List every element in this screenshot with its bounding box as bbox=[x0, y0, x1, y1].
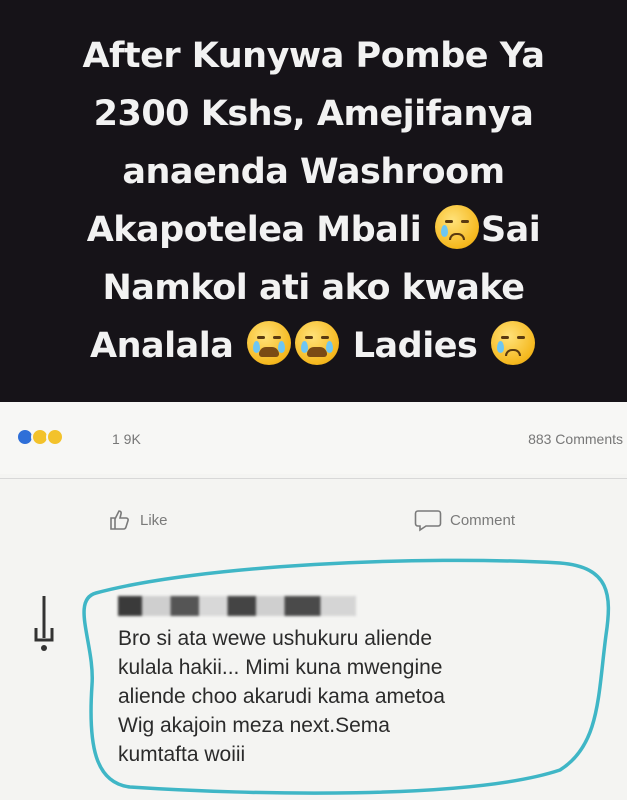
comment-bubble-icon bbox=[414, 510, 442, 532]
reaction-icons[interactable] bbox=[16, 428, 64, 446]
comment-line: kulala hakii... Mimi kuna mwengine bbox=[118, 656, 443, 679]
post-line: Analala bbox=[90, 326, 234, 366]
like-button[interactable]: Like bbox=[108, 508, 168, 532]
crying-emoji-icon bbox=[247, 321, 292, 365]
post-line: anaenda Washroom bbox=[122, 152, 505, 192]
divider bbox=[0, 478, 627, 479]
avatar[interactable] bbox=[30, 592, 58, 654]
comment-line: kumtafta woiii bbox=[118, 743, 246, 766]
comment-label: Comment bbox=[450, 511, 516, 529]
post-line: Sai bbox=[480, 210, 541, 250]
post-line: Akapotelea Mbali bbox=[86, 210, 422, 250]
comment-line: Wig akajoin meza next.Sema bbox=[118, 714, 390, 737]
crying-emoji-icon bbox=[295, 321, 340, 365]
post-text-panel: After Kunywa Pombe Ya 2300 Kshs, Amejifa… bbox=[0, 0, 627, 402]
sad-icon bbox=[46, 428, 64, 446]
post-text: After Kunywa Pombe Ya 2300 Kshs, Amejifa… bbox=[14, 27, 614, 375]
post-line: Namkol ati ako kwake bbox=[102, 268, 525, 308]
like-label: Like bbox=[140, 511, 168, 529]
post-line: 2300 Kshs, Amejifanya bbox=[93, 94, 534, 134]
reaction-count[interactable]: 1 9K bbox=[112, 431, 141, 447]
commenter-name-blurred[interactable] bbox=[118, 596, 356, 616]
comments-count[interactable]: 883 Comments bbox=[528, 431, 623, 447]
sad-emoji-icon bbox=[434, 205, 479, 249]
comment-line: aliende choo akarudi kama ametoa bbox=[118, 685, 445, 708]
post-line-with-emoji: Akapotelea Mbali Sai bbox=[14, 201, 614, 259]
comment-line: Bro si ata wewe ushukuru aliende bbox=[118, 627, 433, 650]
post-line: After Kunywa Pombe Ya bbox=[82, 36, 545, 76]
comment-text: Bro si ata wewe ushukuru aliende kulala … bbox=[118, 624, 598, 769]
thumbs-up-icon bbox=[110, 510, 129, 530]
sad-emoji-icon bbox=[490, 321, 535, 365]
post-line-with-emoji: Analala Ladies bbox=[14, 317, 614, 375]
comment-button[interactable]: Comment bbox=[414, 508, 515, 532]
post-line: Ladies bbox=[352, 326, 478, 366]
